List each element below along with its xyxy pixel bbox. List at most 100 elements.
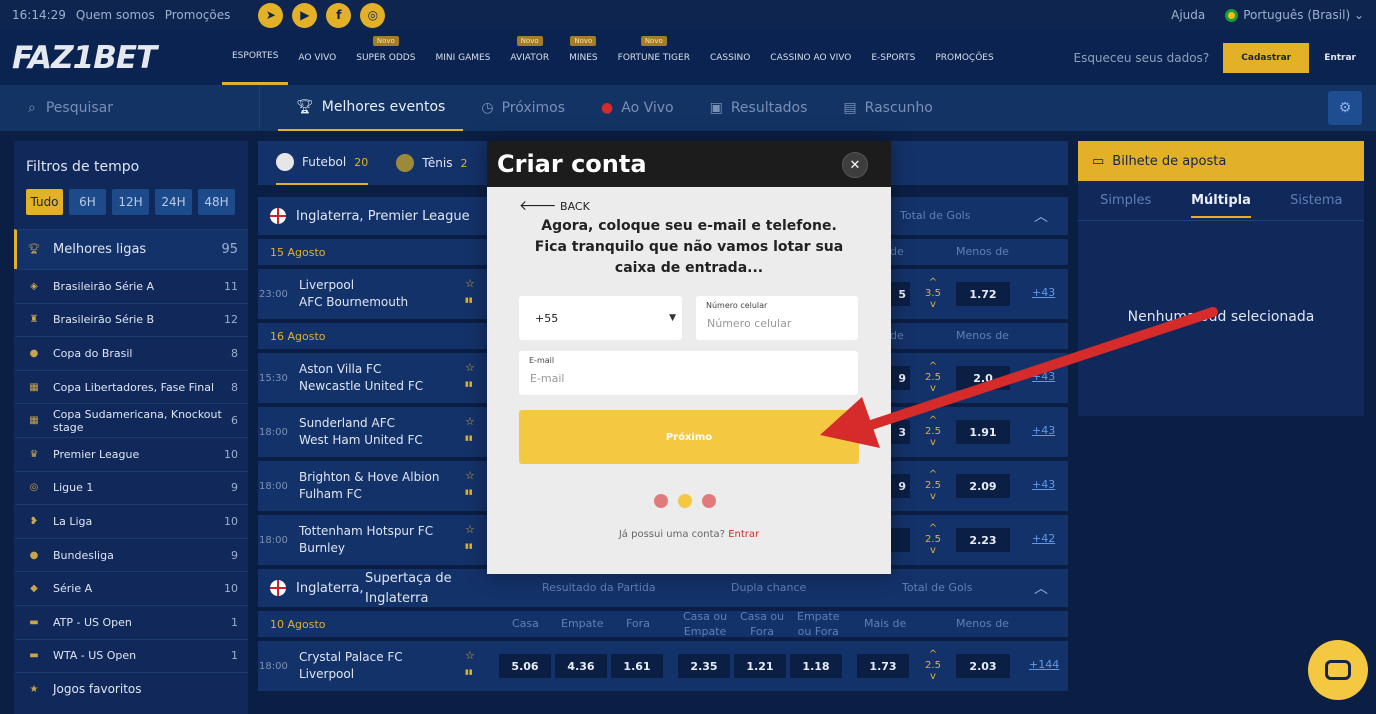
chevron-up-icon[interactable]: ︿ — [1034, 578, 1048, 598]
sidebar-item-league[interactable]: ● Bundesliga 9 — [14, 537, 248, 572]
odd-button[interactable]: 2.35 — [678, 654, 730, 678]
more-markets-link[interactable]: +43 — [1032, 286, 1055, 299]
sidebar-item-league[interactable]: ♛ Premier League 10 — [14, 436, 248, 471]
league-count: 9 — [231, 548, 238, 562]
more-markets-link[interactable]: +43 — [1032, 424, 1055, 437]
sidebar-item-favorites[interactable]: ★ Jogos favoritos — [14, 672, 248, 706]
odd-button[interactable]: 2.0 — [956, 366, 1010, 390]
more-markets-link[interactable]: +43 — [1032, 370, 1055, 383]
table-row[interactable]: 18:00 Crystal Palace FC Liverpool ☆ ▮▮ 5.06 4.… — [258, 641, 1068, 691]
more-markets-link[interactable]: +42 — [1032, 532, 1055, 545]
competition-header[interactable]: Inglaterra, Supertaça de Inglaterra Resul… — [258, 569, 1068, 607]
time-filter-24h[interactable]: 24H — [155, 189, 192, 215]
youtube-icon[interactable]: ▶ — [292, 2, 318, 28]
star-icon[interactable]: ☆ — [465, 649, 475, 662]
chevron-up-icon[interactable]: ︿ — [1034, 206, 1048, 226]
forgot-data-link[interactable]: Esqueceu seus dados? — [1073, 51, 1209, 65]
odd-button[interactable]: 1.91 — [956, 420, 1010, 444]
more-markets-link[interactable]: +43 — [1032, 478, 1055, 491]
sidebar-item-league[interactable]: ▬ ATP - US Open 1 — [14, 604, 248, 639]
tab-rascunho[interactable]: ▤ Rascunho — [825, 85, 950, 131]
nav-item-fortune-tiger[interactable]: FORTUNE TIGER Novo — [608, 30, 700, 85]
country-code-select[interactable]: +55 ▼ — [519, 296, 682, 340]
tab-sistema[interactable]: Sistema — [1269, 181, 1364, 220]
time-filter-48h[interactable]: 48H — [198, 189, 235, 215]
tab-melhores-eventos[interactable]: 🏆︎ Melhores eventos — [278, 85, 464, 131]
more-markets-link[interactable]: +144 — [1029, 658, 1059, 671]
email-field[interactable]: E-mail E-mail — [519, 351, 858, 395]
tab-multipla[interactable]: Múltipla — [1173, 181, 1268, 220]
search-input[interactable]: ⌕ Pesquisar — [0, 85, 260, 131]
time-filter-12h[interactable]: 12H — [112, 189, 149, 215]
sidebar-item-league[interactable]: ● Copa do Brasil 8 — [14, 336, 248, 370]
register-button[interactable]: Cadastrar — [1223, 42, 1310, 73]
sidebar-item-league[interactable]: ◎ Ligue 1 9 — [14, 470, 248, 505]
clock-icon: ◷ — [481, 100, 494, 116]
nav-item-e-sports[interactable]: E-SPORTS — [861, 30, 925, 85]
logo[interactable]: FAZ1BET — [12, 40, 212, 76]
odd-button[interactable]: 2.23 — [956, 528, 1010, 552]
close-button[interactable]: ✕ — [842, 152, 868, 178]
star-icon[interactable]: ☆ — [465, 361, 475, 374]
login-button[interactable]: Entrar — [1324, 53, 1356, 63]
odd-button[interactable]: 1.61 — [611, 654, 663, 678]
settings-button[interactable]: ⚙ — [1328, 91, 1362, 125]
stats-icon[interactable]: ▮▮ — [465, 434, 473, 442]
nav-item-super-odds[interactable]: SUPER ODDS Novo — [346, 30, 425, 85]
star-icon[interactable]: ☆ — [465, 277, 475, 290]
sidebar-item-melhores-ligas[interactable]: 🏆︎ Melhores ligas 95 — [14, 229, 248, 269]
match-teams: Liverpool AFC Bournemouth — [299, 277, 408, 311]
telegram-icon[interactable]: ➤ — [258, 2, 284, 28]
nav-item-cassino[interactable]: CASSINO — [700, 30, 760, 85]
nav-item-promoções[interactable]: PROMOÇÕES — [925, 30, 1003, 85]
nav-item-esportes[interactable]: ESPORTES — [222, 30, 289, 85]
sidebar-item-league[interactable]: ◈ Brasileirão Série A 11 — [14, 269, 248, 303]
login-link[interactable]: Entrar — [728, 529, 759, 540]
star-icon[interactable]: ☆ — [465, 415, 475, 428]
nav-item-mines[interactable]: MINES Novo — [559, 30, 608, 85]
odd-button[interactable]: 5.06 — [499, 654, 551, 678]
odd-button[interactable]: 4.36 — [555, 654, 607, 678]
tab-simples[interactable]: Simples — [1078, 181, 1173, 220]
odd-button[interactable]: 1.21 — [734, 654, 786, 678]
tab-resultados[interactable]: ▣ Resultados — [692, 85, 826, 131]
nav-item-cassino-ao-vivo[interactable]: CASSINO AO VIVO — [760, 30, 861, 85]
stats-icon[interactable]: ▮▮ — [465, 668, 473, 676]
phone-field[interactable]: Número celular Número celular — [696, 296, 858, 340]
tab-ao-vivo[interactable]: ● Ao Vivo — [583, 85, 692, 131]
sidebar-item-league[interactable]: ▦ Copa Libertadores, Fase Final 8 — [14, 369, 248, 404]
odd-button[interactable]: 1.72 — [956, 282, 1010, 306]
nav-item-aviator[interactable]: AVIATOR Novo — [500, 30, 559, 85]
link-quem-somos[interactable]: Quem somos — [76, 8, 155, 22]
odd-button[interactable]: 2.09 — [956, 474, 1010, 498]
star-icon[interactable]: ☆ — [465, 469, 475, 482]
star-icon[interactable]: ☆ — [465, 523, 475, 536]
chat-button[interactable] — [1308, 640, 1368, 700]
stats-icon[interactable]: ▮▮ — [465, 488, 473, 496]
tab-proximos[interactable]: ◷ Próximos — [463, 85, 583, 131]
sidebar-item-league[interactable]: ♜ Brasileirão Série B 12 — [14, 302, 248, 337]
odd-button[interactable]: 1.18 — [790, 654, 842, 678]
stats-icon[interactable]: ▮▮ — [465, 380, 473, 388]
stats-icon[interactable]: ▮▮ — [465, 542, 473, 550]
stats-icon[interactable]: ▮▮ — [465, 296, 473, 304]
time-filter-6h[interactable]: 6H — [69, 189, 106, 215]
sidebar-item-league[interactable]: ◆ Série A 10 — [14, 571, 248, 605]
link-promocoes[interactable]: Promoções — [165, 8, 231, 22]
nav-item-mini-games[interactable]: MINI GAMES — [425, 30, 500, 85]
instagram-icon[interactable]: ◎ — [360, 2, 386, 28]
help-link[interactable]: Ajuda — [1171, 8, 1205, 22]
time-filter-tudo[interactable]: Tudo — [26, 189, 63, 215]
back-button[interactable]: 🡐 BACK — [519, 197, 590, 214]
tab-tenis[interactable]: Tênis 2 — [396, 141, 467, 185]
next-button[interactable]: Próximo — [519, 410, 859, 464]
sidebar-item-league[interactable]: ❥ La Liga 10 — [14, 504, 248, 538]
odd-button[interactable]: 2.03 — [956, 654, 1010, 678]
tab-futebol[interactable]: Futebol 20 — [276, 141, 369, 185]
language-selector[interactable]: Português (Brasil) ⌄ — [1225, 8, 1364, 22]
odd-button[interactable]: 1.73 — [857, 654, 909, 678]
nav-item-ao-vivo[interactable]: AO VIVO — [288, 30, 346, 85]
sidebar-item-league[interactable]: ▦ Copa Sudamericana, Knockout stage 6 — [14, 403, 248, 437]
facebook-icon[interactable]: f — [326, 2, 352, 28]
sidebar-item-league[interactable]: ▬ WTA - US Open 1 — [14, 638, 248, 673]
